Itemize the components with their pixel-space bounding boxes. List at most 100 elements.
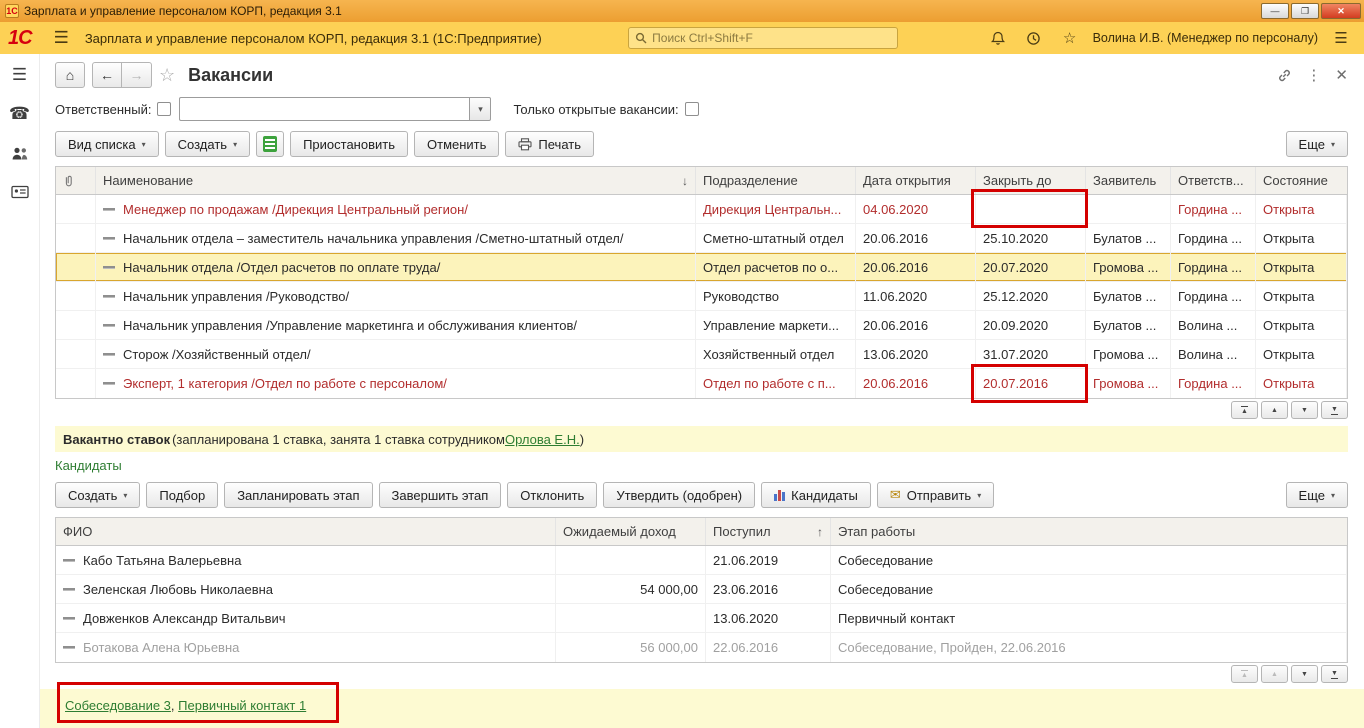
1c-logo[interactable]: 1С: [8, 27, 38, 50]
service-menu-icon[interactable]: ☰: [1328, 29, 1354, 47]
notifications-bell-icon[interactable]: [985, 31, 1011, 46]
column-header-fio[interactable]: ФИО: [56, 518, 556, 545]
chevron-down-icon: ▾: [1330, 491, 1335, 500]
suspend-button[interactable]: Приостановить: [290, 131, 408, 157]
view-list-button[interactable]: Вид списка ▾: [55, 131, 159, 157]
table-row[interactable]: Начальник отдела – заместитель начальник…: [56, 224, 1347, 253]
create-button[interactable]: Создать ▾: [164, 131, 251, 157]
favorites-star-icon[interactable]: ☆: [1057, 29, 1083, 47]
reject-button[interactable]: Отклонить: [507, 482, 598, 508]
scroll-up-button[interactable]: ▲: [1261, 401, 1288, 419]
scroll-top-button[interactable]: ▲: [1231, 401, 1258, 419]
back-button[interactable]: ←: [92, 62, 122, 88]
column-header-close-by[interactable]: Закрыть до: [976, 167, 1086, 194]
candidate-row[interactable]: Довженков Александр Витальвич 13.06.2020…: [56, 604, 1347, 633]
row-icon: [63, 616, 75, 620]
current-user[interactable]: Волина И.В. (Менеджер по персоналу): [1093, 31, 1318, 45]
home-button[interactable]: ⌂: [55, 62, 85, 88]
history-icon[interactable]: [1021, 31, 1047, 46]
sections-menu-icon[interactable]: ☰: [8, 64, 32, 86]
row-icon: [103, 294, 115, 298]
candidate-row[interactable]: Зеленская Любовь Николаевна 54 000,00 23…: [56, 575, 1347, 604]
application-window: 1С Зарплата и управление персоналом КОРП…: [0, 0, 1364, 728]
column-header-open-date[interactable]: Дата открытия: [856, 167, 976, 194]
scroll-bottom-button[interactable]: ▼: [1321, 401, 1348, 419]
more-actions-dots-icon[interactable]: ⋮: [1306, 66, 1321, 84]
row-icon: [103, 207, 115, 211]
approve-button[interactable]: Утвердить (одобрен): [603, 482, 756, 508]
responsible-dropdown-icon[interactable]: ▾: [469, 97, 492, 121]
attachment-column-header[interactable]: [56, 167, 96, 194]
create-copy-button[interactable]: [256, 131, 285, 157]
copy-document-icon: [263, 136, 278, 152]
finish-stage-button[interactable]: Завершить этап: [378, 482, 502, 508]
row-icon: [103, 323, 115, 327]
scroll-down-button[interactable]: ▼: [1291, 665, 1318, 683]
column-header-department[interactable]: Подразделение: [696, 167, 856, 194]
minimize-button[interactable]: —: [1261, 3, 1289, 19]
main-menu-icon[interactable]: ☰: [48, 28, 75, 48]
candidate-create-button[interactable]: Создать ▾: [55, 482, 141, 508]
print-button[interactable]: Печать: [505, 131, 594, 157]
candidates-pager: ▲ ▲ ▼ ▼: [55, 665, 1348, 685]
only-open-checkbox[interactable]: [684, 102, 699, 116]
column-header-applicant[interactable]: Заявитель: [1086, 167, 1171, 194]
global-search[interactable]: [628, 27, 899, 49]
report-chart-icon: [774, 489, 786, 501]
vacancy-name: Начальник управления /Руководство/: [123, 288, 350, 304]
first-contact-stage-link[interactable]: Первичный контакт 1: [178, 698, 306, 713]
app-header: 1С ☰ Зарплата и управление персоналом КО…: [0, 22, 1364, 54]
candidate-row[interactable]: Кабо Татьяна Валерьевна 21.06.2019 Собес…: [56, 546, 1347, 575]
add-favorite-star-icon[interactable]: ☆: [159, 65, 175, 86]
table-row[interactable]: Начальник управления /Управление маркети…: [56, 311, 1347, 340]
candidate-row[interactable]: Ботакова Алена Юрьевна 56 000,00 22.06.2…: [56, 633, 1347, 662]
close-window-button[interactable]: ✕: [1321, 3, 1361, 19]
plan-stage-button[interactable]: Запланировать этап: [224, 482, 373, 508]
scroll-bottom-button[interactable]: ▼: [1321, 665, 1348, 683]
column-header-income[interactable]: Ожидаемый доход: [556, 518, 706, 545]
phone-contacts-icon[interactable]: ☎: [8, 103, 32, 125]
send-button[interactable]: ✉ Отправить ▾: [876, 482, 995, 508]
table-row-selected[interactable]: Начальник отдела /Отдел расчетов по опла…: [56, 253, 1347, 282]
paperclip-icon: [63, 174, 74, 188]
candidates-report-button[interactable]: Кандидаты: [761, 482, 871, 508]
column-header-received[interactable]: Поступил ↑: [706, 518, 831, 545]
vacancies-pager: ▲ ▲ ▼ ▼: [55, 401, 1348, 421]
column-header-name[interactable]: Наименование ↓: [96, 167, 696, 194]
forward-button[interactable]: →: [122, 62, 152, 88]
scroll-top-button[interactable]: ▲: [1231, 665, 1258, 683]
restore-button[interactable]: ❐: [1291, 3, 1319, 19]
table-row[interactable]: Эксперт, 1 категория /Отдел по работе с …: [56, 369, 1347, 398]
employee-link[interactable]: Орлова Е.Н.: [505, 432, 580, 447]
scroll-down-button[interactable]: ▼: [1291, 401, 1318, 419]
table-row[interactable]: Сторож /Хозяйственный отдел/ Хозяйственн…: [56, 340, 1347, 369]
get-link-icon[interactable]: [1277, 68, 1292, 83]
interview-stage-link[interactable]: Собеседование 3: [65, 698, 171, 713]
scroll-up-button[interactable]: ▲: [1261, 665, 1288, 683]
badge-card-icon[interactable]: [8, 181, 32, 203]
column-header-state[interactable]: Состояние: [1256, 167, 1347, 194]
column-header-responsible[interactable]: Ответств...: [1171, 167, 1256, 194]
chevron-down-icon: ▾: [141, 140, 146, 149]
app-title: Зарплата и управление персоналом КОРП, р…: [84, 30, 542, 46]
search-input[interactable]: [652, 31, 892, 45]
sections-sidebar: ☰ ☎: [0, 54, 40, 728]
more-button[interactable]: Еще ▾: [1285, 131, 1348, 157]
stage-summary-bar: Собеседование 3, Первичный контакт 1: [40, 689, 1364, 728]
envelope-icon: ✉: [889, 487, 901, 502]
table-row[interactable]: Начальник управления /Руководство/ Руков…: [56, 282, 1347, 311]
selection-button[interactable]: Подбор: [146, 482, 219, 508]
employees-icon[interactable]: [8, 142, 32, 164]
window-titlebar: 1С Зарплата и управление персоналом КОРП…: [0, 0, 1364, 22]
close-form-icon[interactable]: ✕: [1335, 66, 1348, 84]
cancel-button[interactable]: Отменить: [414, 131, 500, 157]
row-icon: [103, 382, 115, 385]
form-navigation-row: ⌂ ← → ☆ Вакансии ⋮ ✕: [55, 60, 1348, 90]
candidates-more-button[interactable]: Еще ▾: [1285, 482, 1348, 508]
vacancy-rates-text: (запланирована 1 ставка, занята 1 ставка…: [172, 431, 505, 447]
table-row[interactable]: Менеджер по продажам /Дирекция Центральн…: [56, 195, 1347, 224]
column-header-stage[interactable]: Этап работы: [831, 518, 1347, 545]
responsible-input[interactable]: [179, 97, 470, 121]
responsible-checkbox[interactable]: [157, 102, 172, 116]
vacancy-name: Начальник отдела – заместитель начальник…: [123, 230, 624, 246]
